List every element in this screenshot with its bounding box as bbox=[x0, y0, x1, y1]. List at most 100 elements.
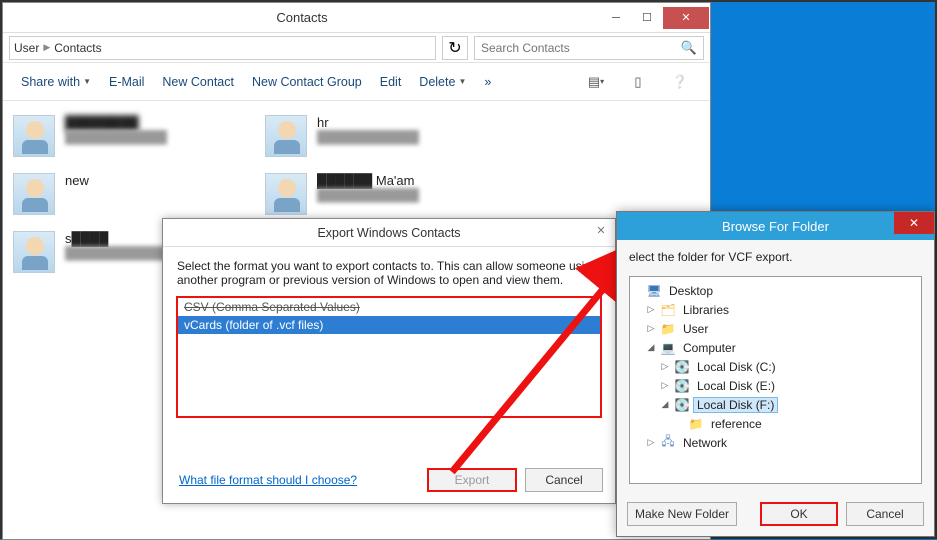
expand-icon[interactable]: ▷ bbox=[646, 437, 656, 448]
contact-item[interactable]: ██████ Ma'am████████████ bbox=[261, 169, 509, 221]
dialog-title: Export Windows Contacts bbox=[317, 226, 460, 240]
edit-button[interactable]: Edit bbox=[380, 75, 402, 89]
contact-name: ██████ Ma'am bbox=[317, 173, 419, 188]
folder-tree[interactable]: 🖥Desktop ▷🗂Libraries ▷📁User ◢💻Computer ▷… bbox=[629, 276, 922, 484]
dialog-footer: What file format should I choose? Export… bbox=[163, 457, 615, 503]
overflow-menu[interactable]: » bbox=[484, 75, 491, 89]
contact-name: s████ bbox=[65, 231, 167, 246]
refresh-icon: ↻ bbox=[448, 38, 461, 58]
dialog-titlebar: Browse For Folder ✕ bbox=[617, 212, 934, 240]
maximize-button[interactable]: ☐ bbox=[632, 7, 662, 29]
preview-pane-button[interactable]: ▯ bbox=[626, 70, 650, 94]
toolbar: Share with▼ E-Mail New Contact New Conta… bbox=[3, 63, 710, 101]
tree-node-computer[interactable]: ◢💻Computer bbox=[632, 338, 919, 357]
drive-icon: 💽 bbox=[674, 398, 690, 412]
contact-item[interactable]: new bbox=[9, 169, 257, 221]
chevron-double-right-icon: » bbox=[484, 75, 491, 89]
breadcrumb-seg[interactable]: User bbox=[14, 41, 39, 55]
minimize-button[interactable]: ─ bbox=[601, 7, 631, 29]
avatar-icon bbox=[265, 115, 307, 157]
dialog-title: Browse For Folder bbox=[722, 219, 829, 234]
tree-node-disk-f[interactable]: ◢💽Local Disk (F:) bbox=[632, 395, 919, 414]
view-options-button[interactable]: ▤▾ bbox=[584, 70, 608, 94]
avatar-icon bbox=[265, 173, 307, 215]
contact-sub: ████████████ bbox=[317, 130, 419, 144]
contact-item[interactable]: ████████████████████ bbox=[9, 111, 257, 163]
contact-sub: ████████████ bbox=[65, 130, 167, 144]
help-button[interactable]: ❔ bbox=[668, 70, 692, 94]
drive-icon: 💽 bbox=[674, 379, 690, 393]
breadcrumb-seg[interactable]: Contacts bbox=[54, 41, 101, 55]
contact-name: ████████ bbox=[65, 115, 167, 130]
instruction-text: Select the format you want to export con… bbox=[177, 259, 601, 287]
chevron-down-icon: ▼ bbox=[83, 77, 91, 86]
export-dialog: Export Windows Contacts ✕ Select the for… bbox=[162, 218, 616, 504]
network-icon: 🖧 bbox=[660, 436, 676, 450]
export-button[interactable]: Export bbox=[427, 468, 517, 492]
contact-sub: ████████████ bbox=[65, 246, 167, 260]
close-button[interactable]: ✕ bbox=[587, 219, 615, 241]
contact-item[interactable]: hr████████████ bbox=[261, 111, 509, 163]
refresh-button[interactable]: ↻ bbox=[442, 36, 468, 60]
collapse-icon[interactable]: ◢ bbox=[646, 342, 656, 353]
share-with-menu[interactable]: Share with▼ bbox=[21, 75, 91, 89]
dialog-titlebar: Export Windows Contacts ✕ bbox=[163, 219, 615, 247]
cancel-button[interactable]: Cancel bbox=[846, 502, 924, 526]
dialog-body: Select the format you want to export con… bbox=[163, 247, 615, 417]
close-button[interactable]: ✕ bbox=[663, 7, 709, 29]
chevron-down-icon: ▾ bbox=[600, 77, 604, 86]
instruction-text: elect the folder for VCF export. bbox=[629, 250, 922, 264]
titlebar: Contacts ─ ☐ ✕ bbox=[3, 3, 710, 33]
expand-icon[interactable]: ▷ bbox=[660, 361, 670, 372]
email-button[interactable]: E-Mail bbox=[109, 75, 144, 89]
search-box[interactable]: 🔍 bbox=[474, 36, 704, 60]
tree-node-disk-c[interactable]: ▷💽Local Disk (C:) bbox=[632, 357, 919, 376]
tree-node-network[interactable]: ▷🖧Network bbox=[632, 433, 919, 452]
new-contact-group-button[interactable]: New Contact Group bbox=[252, 75, 362, 89]
expand-icon[interactable]: ▷ bbox=[646, 304, 656, 315]
help-link[interactable]: What file format should I choose? bbox=[179, 473, 357, 487]
dialog-footer: Make New Folder OK Cancel bbox=[617, 492, 934, 536]
ok-button[interactable]: OK bbox=[760, 502, 838, 526]
tree-node-reference[interactable]: 📁reference bbox=[632, 414, 919, 433]
avatar-icon bbox=[13, 231, 55, 273]
search-icon: 🔍 bbox=[681, 40, 697, 56]
contact-sub: ████████████ bbox=[317, 188, 419, 202]
cancel-button[interactable]: Cancel bbox=[525, 468, 603, 492]
drive-icon: 💽 bbox=[674, 360, 690, 374]
delete-menu[interactable]: Delete▼ bbox=[419, 75, 466, 89]
collapse-icon[interactable]: ◢ bbox=[660, 399, 670, 410]
new-contact-button[interactable]: New Contact bbox=[162, 75, 234, 89]
layout-icon: ▤ bbox=[588, 74, 600, 90]
desktop-icon: 🖥 bbox=[646, 284, 662, 298]
tree-node-disk-e[interactable]: ▷💽Local Disk (E:) bbox=[632, 376, 919, 395]
avatar-icon bbox=[13, 173, 55, 215]
address-bar: User ▶ Contacts ↻ 🔍 bbox=[3, 33, 710, 63]
folder-icon: 📁 bbox=[688, 417, 704, 431]
preview-icon: ▯ bbox=[634, 74, 641, 90]
chevron-down-icon: ▼ bbox=[458, 77, 466, 86]
libraries-icon: 🗂 bbox=[660, 303, 676, 317]
contact-name: hr bbox=[317, 115, 419, 130]
format-option-vcards[interactable]: vCards (folder of .vcf files) bbox=[178, 316, 600, 334]
tree-node-user[interactable]: ▷📁User bbox=[632, 319, 919, 338]
tree-node-desktop[interactable]: 🖥Desktop bbox=[632, 281, 919, 300]
avatar-icon bbox=[13, 115, 55, 157]
browse-for-folder-dialog: Browse For Folder ✕ elect the folder for… bbox=[616, 211, 935, 537]
breadcrumb[interactable]: User ▶ Contacts bbox=[9, 36, 436, 60]
computer-icon: 💻 bbox=[660, 341, 676, 355]
format-option-csv[interactable]: CSV (Comma Separated Values) bbox=[178, 298, 600, 316]
folder-icon: 📁 bbox=[660, 322, 676, 336]
tree-node-libraries[interactable]: ▷🗂Libraries bbox=[632, 300, 919, 319]
help-icon: ❔ bbox=[672, 74, 688, 90]
dialog-body: elect the folder for VCF export. 🖥Deskto… bbox=[617, 240, 934, 484]
format-listbox[interactable]: CSV (Comma Separated Values) vCards (fol… bbox=[177, 297, 601, 417]
expand-icon[interactable]: ▷ bbox=[646, 323, 656, 334]
make-new-folder-button[interactable]: Make New Folder bbox=[627, 502, 737, 526]
close-button[interactable]: ✕ bbox=[894, 212, 934, 234]
expand-icon[interactable]: ▷ bbox=[660, 380, 670, 391]
chevron-right-icon: ▶ bbox=[43, 42, 50, 53]
search-input[interactable] bbox=[481, 41, 681, 55]
window-title: Contacts bbox=[3, 10, 601, 25]
contact-name: new bbox=[65, 173, 89, 188]
